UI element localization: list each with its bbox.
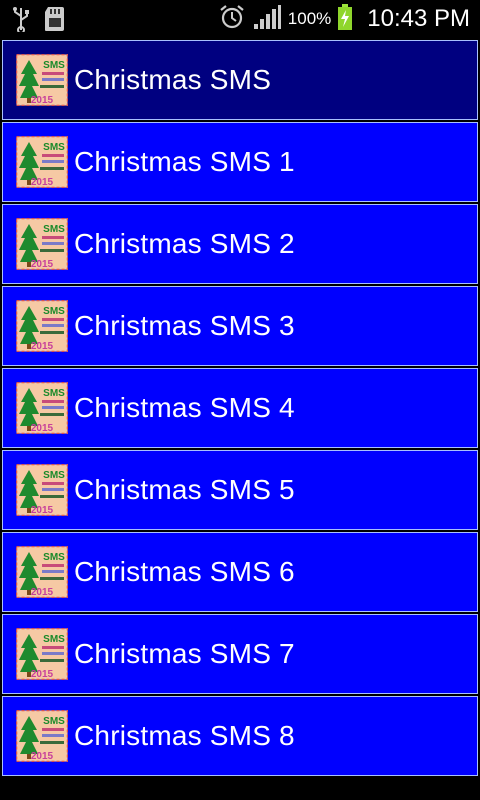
list-item[interactable]: SMS 2015 Christmas SMS 4: [2, 368, 478, 448]
usb-icon: [12, 6, 30, 37]
christmas-tree-thumbnail-icon: SMS 2015: [15, 135, 69, 189]
list-item[interactable]: SMS 2015 Christmas SMS: [2, 40, 478, 120]
svg-text:SMS: SMS: [43, 142, 65, 153]
christmas-tree-thumbnail-icon: SMS 2015: [15, 217, 69, 271]
svg-text:SMS: SMS: [43, 634, 65, 645]
list-item-label: Christmas SMS 8: [74, 720, 295, 751]
signal-icon: [252, 4, 282, 35]
list-item[interactable]: SMS 2015 Christmas SMS 5: [2, 450, 478, 530]
list-item-label: Christmas SMS 2: [74, 228, 295, 259]
list-item[interactable]: SMS 2015 Christmas SMS 3: [2, 286, 478, 366]
list-item[interactable]: SMS 2015 Christmas SMS 6: [2, 532, 478, 612]
list-item-label: Christmas SMS 7: [74, 638, 295, 669]
sms-category-list: SMS 2015 Christmas SMS SMS 2015 Christmas SMS…: [0, 38, 480, 800]
sd-card-icon: [44, 6, 66, 37]
christmas-tree-thumbnail-icon: SMS 2015: [15, 381, 69, 435]
list-item-label: Christmas SMS: [74, 64, 272, 95]
svg-text:SMS: SMS: [43, 306, 65, 317]
svg-text:2015: 2015: [31, 751, 54, 762]
clock: 10:43 PM: [367, 5, 470, 32]
svg-text:SMS: SMS: [43, 60, 65, 71]
alarm-icon: [218, 3, 246, 36]
svg-text:2015: 2015: [31, 669, 54, 680]
list-item[interactable]: SMS 2015 Christmas SMS 2: [2, 204, 478, 284]
list-item-label: Christmas SMS 1: [74, 146, 295, 177]
svg-text:SMS: SMS: [43, 470, 65, 481]
christmas-tree-thumbnail-icon: SMS 2015: [15, 463, 69, 517]
svg-text:2015: 2015: [31, 341, 54, 352]
christmas-tree-thumbnail-icon: SMS 2015: [15, 709, 69, 763]
list-item-label: Christmas SMS 6: [74, 556, 295, 587]
list-item[interactable]: SMS 2015 Christmas SMS 8: [2, 696, 478, 776]
svg-text:2015: 2015: [31, 259, 54, 270]
list-item[interactable]: SMS 2015 Christmas SMS 1: [2, 122, 478, 202]
list-item-label: Christmas SMS 4: [74, 392, 295, 423]
svg-text:SMS: SMS: [43, 716, 65, 727]
list-item[interactable]: SMS 2015 Christmas SMS 7: [2, 614, 478, 694]
christmas-tree-thumbnail-icon: SMS 2015: [15, 627, 69, 681]
list-item-label: Christmas SMS 5: [74, 474, 295, 505]
svg-text:SMS: SMS: [43, 224, 65, 235]
status-bar: 100% 10:43 PM: [0, 0, 480, 38]
christmas-tree-thumbnail-icon: SMS 2015: [15, 299, 69, 353]
christmas-tree-thumbnail-icon: SMS 2015: [15, 545, 69, 599]
svg-text:2015: 2015: [31, 587, 54, 598]
battery-charging-icon: [337, 3, 353, 36]
svg-text:2015: 2015: [31, 505, 54, 516]
christmas-tree-thumbnail-icon: SMS 2015: [15, 53, 69, 107]
svg-text:SMS: SMS: [43, 552, 65, 563]
svg-text:SMS: SMS: [43, 388, 65, 399]
svg-text:2015: 2015: [31, 95, 54, 106]
svg-text:2015: 2015: [31, 423, 54, 434]
list-item-label: Christmas SMS 3: [74, 310, 295, 341]
battery-percent: 100%: [287, 9, 332, 28]
svg-text:2015: 2015: [31, 177, 54, 188]
